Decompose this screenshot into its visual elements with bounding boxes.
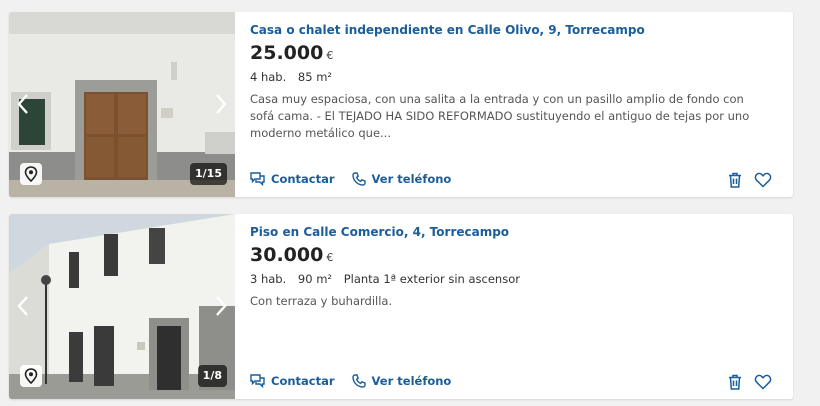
heart-icon[interactable] [754,171,772,189]
previous-photo-arrow-icon[interactable] [13,292,33,320]
trash-icon[interactable] [726,373,744,391]
listing-title[interactable]: Casa o chalet independiente en Calle Oli… [250,23,645,37]
listing-description: Casa muy espaciosa, con una salita a la … [250,92,750,140]
map-pin-icon[interactable] [20,365,42,387]
feature-area: 90 m² [297,272,333,286]
next-photo-arrow-icon[interactable] [211,90,231,118]
contact-label: Contactar [271,172,335,186]
previous-photo-arrow-icon[interactable] [13,90,33,118]
contact-button[interactable]: Contactar [250,374,335,388]
listing-info: Piso en Calle Comercio, 4, Torrecampo 30… [250,214,779,399]
photo-counter: 1/15 [190,163,227,185]
listing-actions: Contactar Ver teléfono [250,172,468,186]
price-currency: € [326,49,334,62]
listing-price: 25.000 € [250,42,333,64]
next-photo-arrow-icon[interactable] [211,292,231,320]
phone-icon [351,374,366,388]
heart-icon[interactable] [754,373,772,391]
price-currency: € [326,251,334,264]
trash-icon[interactable] [726,171,744,189]
listing-card[interactable]: 1/15 Casa o chalet independiente en Call… [9,12,793,197]
listing-title[interactable]: Piso en Calle Comercio, 4, Torrecampo [250,225,509,239]
view-phone-button[interactable]: Ver teléfono [351,374,452,388]
listing-features: 4 hab. 85 m² [250,70,340,84]
photo-counter: 1/8 [197,365,227,387]
listing-actions: Contactar Ver teléfono [250,374,468,388]
listing-photo[interactable]: 1/15 [9,12,235,197]
feature-rooms: 3 hab. [250,272,287,286]
listing-price: 30.000 € [250,244,333,266]
listing-features: 3 hab. 90 m² Planta 1ª exterior sin asce… [250,272,528,286]
feature-floor: Planta 1ª exterior sin ascensor [343,272,520,286]
chat-icon [250,172,265,186]
view-phone-label: Ver teléfono [371,374,452,388]
listing-card[interactable]: 1/8 Piso en Calle Comercio, 4, Torrecamp… [9,214,793,399]
contact-button[interactable]: Contactar [250,172,335,186]
feature-rooms: 4 hab. [250,70,287,84]
view-phone-label: Ver teléfono [371,172,452,186]
price-value: 25.000 [250,42,324,64]
map-pin-icon[interactable] [20,163,42,185]
listing-description: Con terraza y buhardilla. [250,294,393,308]
chat-icon [250,374,265,388]
listing-photo[interactable]: 1/8 [9,214,235,399]
phone-icon [351,172,366,186]
price-value: 30.000 [250,244,324,266]
view-phone-button[interactable]: Ver teléfono [351,172,452,186]
listing-info: Casa o chalet independiente en Calle Oli… [250,12,779,197]
feature-area: 85 m² [297,70,333,84]
contact-label: Contactar [271,374,335,388]
